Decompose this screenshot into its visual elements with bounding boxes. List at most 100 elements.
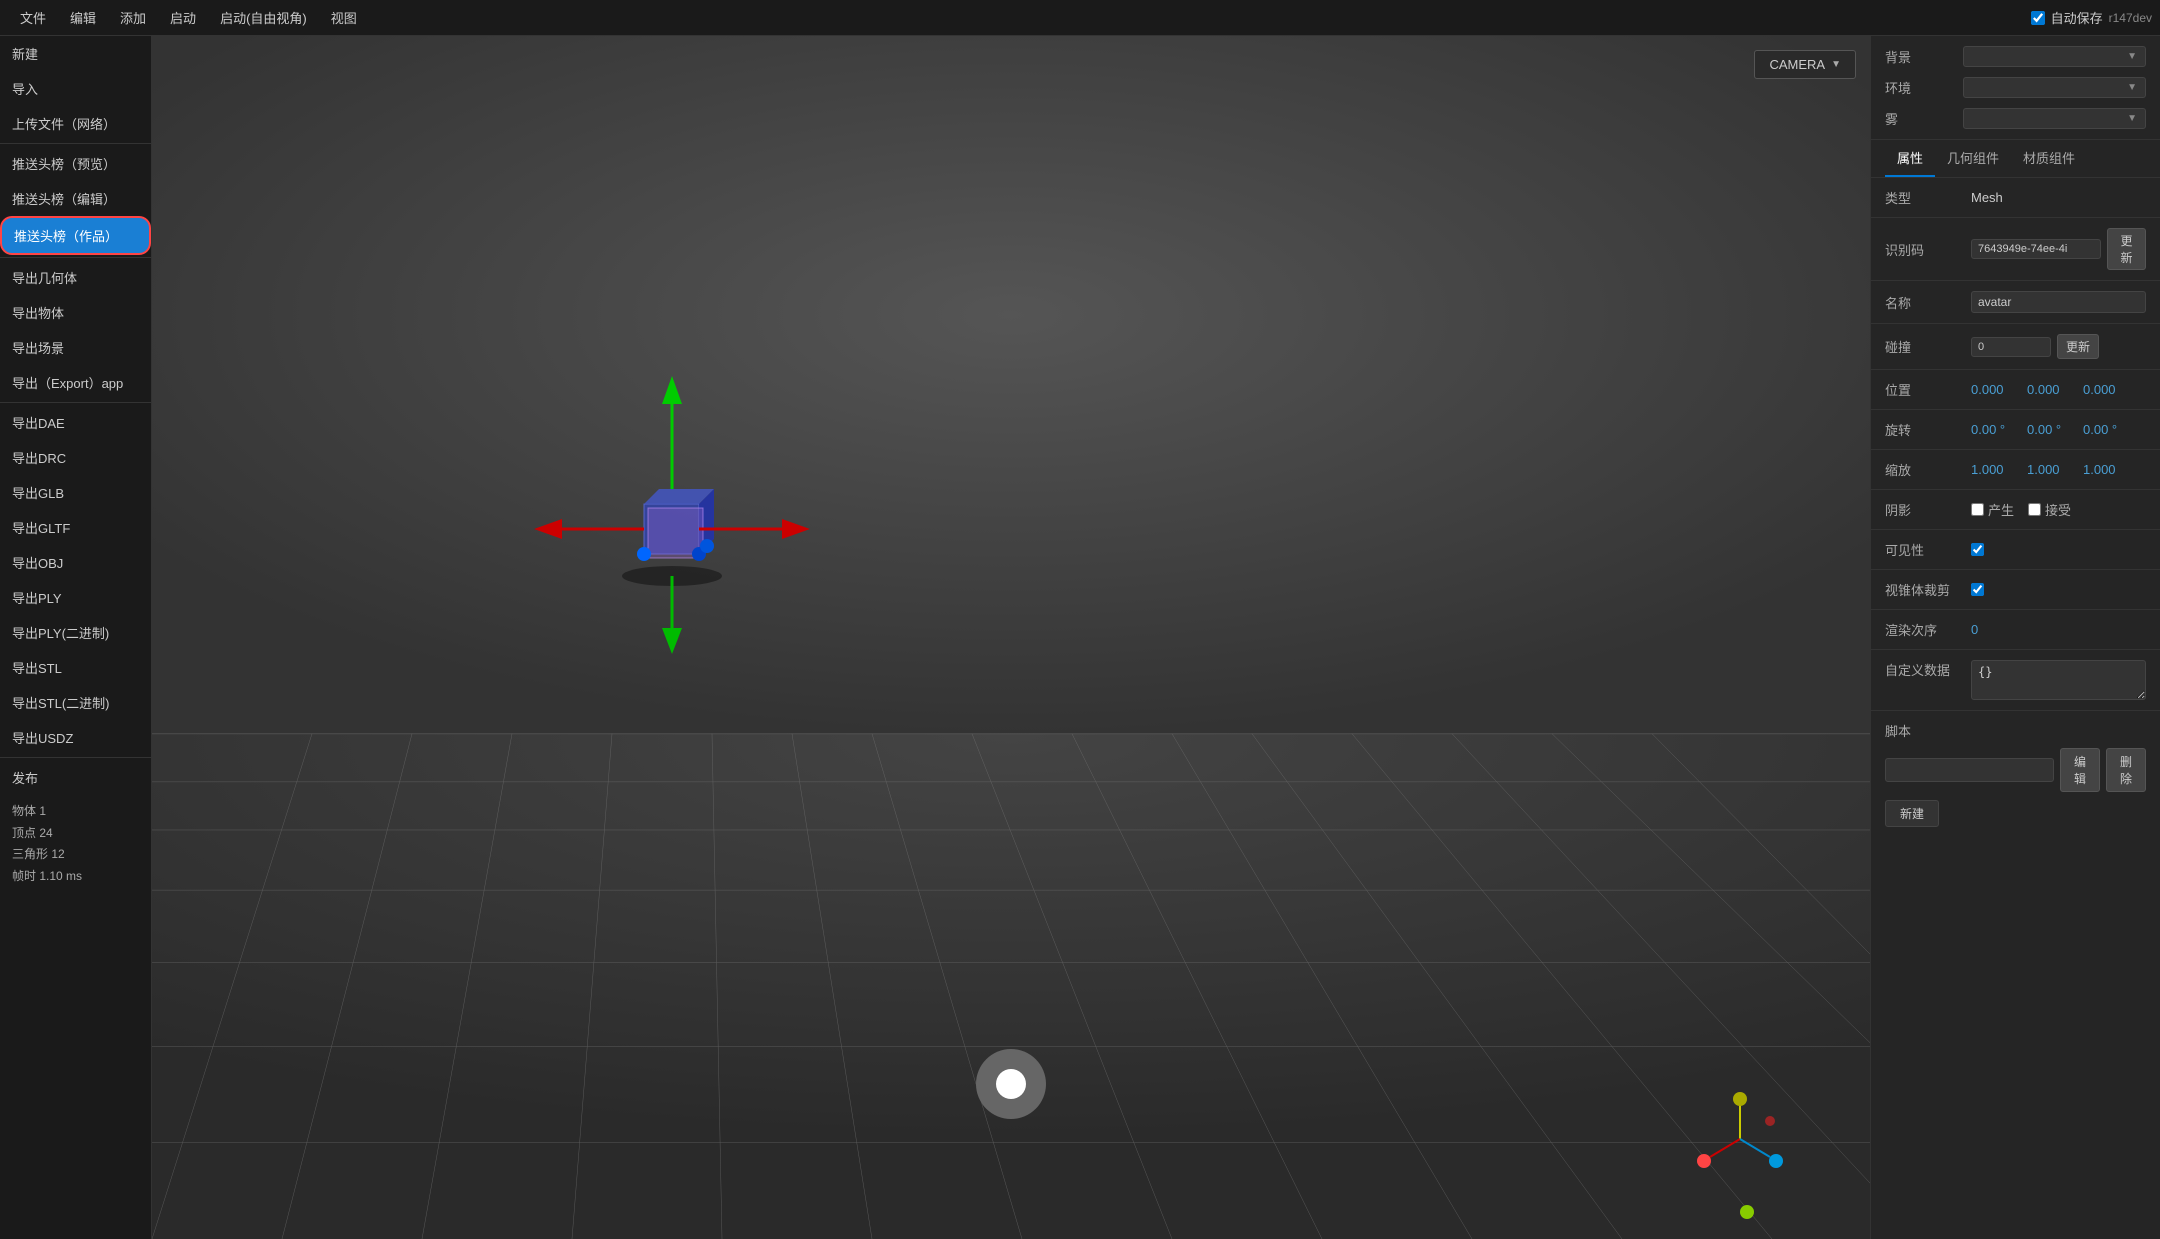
environment-row: 环境 ▼	[1885, 77, 2146, 98]
type-row: 类型 Mesh	[1885, 188, 2146, 207]
visibility-section: 可见性	[1871, 530, 2160, 570]
sidebar-item-push-work[interactable]: 推送头榜（作品）	[0, 216, 151, 255]
shadow-receive-checkbox[interactable]	[2028, 503, 2041, 516]
sidebar-item-export-ply[interactable]: 导出PLY	[0, 580, 151, 615]
menu-start-free[interactable]: 启动(自由视角)	[208, 4, 319, 31]
menu-start[interactable]: 启动	[158, 4, 208, 31]
menu-view[interactable]: 视图	[319, 4, 369, 31]
render-order-label: 渲染次序	[1885, 620, 1965, 639]
sidebar-item-export-obj2[interactable]: 导出OBJ	[0, 545, 151, 580]
visibility-label: 可见性	[1885, 540, 1965, 559]
render-order-value[interactable]: 0	[1971, 622, 1978, 637]
frustum-section: 视锥体裁剪	[1871, 570, 2160, 610]
sidebar-item-export-obj[interactable]: 导出物体	[0, 295, 151, 330]
background-row: 背景 ▼	[1885, 46, 2146, 67]
id-update-button[interactable]: 更新	[2107, 228, 2146, 270]
pos-z[interactable]: 0.000	[2083, 382, 2133, 397]
scale-z[interactable]: 1.000	[2083, 462, 2133, 477]
sidebar-item-push-preview[interactable]: 推送头榜（预览）	[0, 146, 151, 181]
collision-input[interactable]	[1971, 337, 2051, 357]
fog-row: 雾 ▼	[1885, 108, 2146, 129]
sidebar-item-upload[interactable]: 上传文件（网络）	[0, 106, 151, 141]
name-input[interactable]	[1971, 291, 2146, 313]
sidebar-item-push-edit[interactable]: 推送头榜（编辑）	[0, 181, 151, 216]
background-label: 背景	[1885, 47, 1955, 66]
scene-settings-section: 背景 ▼ 环境 ▼ 雾 ▼	[1871, 36, 2160, 140]
shadow-cast-checkbox[interactable]	[1971, 503, 1984, 516]
fog-label: 雾	[1885, 109, 1955, 128]
stat-objects: 物体 1	[12, 801, 139, 823]
sidebar-item-export-stl-bin[interactable]: 导出STL(二进制)	[0, 685, 151, 720]
main-layout: 新建 导入 上传文件（网络） 推送头榜（预览） 推送头榜（编辑） 推送头榜（作品…	[0, 36, 2160, 1239]
sidebar-divider-1	[0, 143, 151, 144]
environment-chevron-icon: ▼	[2127, 82, 2137, 93]
sidebar-item-export-usdz[interactable]: 导出USDZ	[0, 720, 151, 755]
tab-material[interactable]: 材质组件	[2011, 140, 2087, 177]
sidebar-item-export-ply-bin[interactable]: 导出PLY(二进制)	[0, 615, 151, 650]
shadow-label: 阴影	[1885, 500, 1965, 519]
sidebar-item-export-scene[interactable]: 导出场景	[0, 330, 151, 365]
autosave-checkbox[interactable]	[2031, 11, 2045, 25]
sidebar-item-import[interactable]: 导入	[0, 71, 151, 106]
scale-section: 缩放 1.000 1.000 1.000	[1871, 450, 2160, 490]
custom-data-textarea[interactable]: {}	[1971, 660, 2146, 700]
menu-file[interactable]: 文件	[8, 4, 58, 31]
script-input[interactable]	[1885, 758, 2054, 782]
sidebar-item-new[interactable]: 新建	[0, 36, 151, 71]
id-input[interactable]	[1971, 239, 2101, 259]
new-script-button[interactable]: 新建	[1885, 800, 1939, 827]
stat-vertices: 顶点 24	[12, 823, 139, 845]
sidebar-item-export-dae[interactable]: 导出DAE	[0, 405, 151, 440]
frustum-row: 视锥体裁剪	[1885, 580, 2146, 599]
viewport[interactable]: CAMERA ▼	[152, 36, 1870, 1239]
menu-add[interactable]: 添加	[108, 4, 158, 31]
rot-z[interactable]: 0.00 °	[2083, 422, 2133, 437]
type-section: 类型 Mesh	[1871, 178, 2160, 218]
pos-y[interactable]: 0.000	[2027, 382, 2077, 397]
sidebar-item-export-app[interactable]: 导出（Export）app	[0, 365, 151, 400]
sidebar-item-export-geo[interactable]: 导出几何体	[0, 260, 151, 295]
id-section: 识别码 更新	[1871, 218, 2160, 281]
environment-dropdown[interactable]: ▼	[1963, 77, 2146, 98]
tab-geometry[interactable]: 几何组件	[1935, 140, 2011, 177]
pos-x[interactable]: 0.000	[1971, 382, 2021, 397]
sidebar-item-export-glb[interactable]: 导出GLB	[0, 475, 151, 510]
sidebar-item-export-gltf[interactable]: 导出GLTF	[0, 510, 151, 545]
type-label: 类型	[1885, 188, 1965, 207]
menu-edit[interactable]: 编辑	[58, 4, 108, 31]
scale-x[interactable]: 1.000	[1971, 462, 2021, 477]
rotation-xyz: 0.00 ° 0.00 ° 0.00 °	[1971, 422, 2133, 437]
shadow-receive-row: 接受	[2028, 500, 2071, 519]
shadow-receive-label: 接受	[2045, 500, 2071, 519]
sidebar-item-export-stl[interactable]: 导出STL	[0, 650, 151, 685]
axis-widget	[1690, 1089, 1790, 1189]
collision-update-button[interactable]: 更新	[2057, 334, 2099, 359]
collision-row: 碰撞 更新	[1885, 334, 2146, 359]
rot-x[interactable]: 0.00 °	[1971, 422, 2021, 437]
frustum-checkbox[interactable]	[1971, 583, 1984, 596]
edit-script-button[interactable]: 编辑	[2060, 748, 2100, 792]
rotation-section: 旋转 0.00 ° 0.00 ° 0.00 °	[1871, 410, 2160, 450]
rotation-row: 旋转 0.00 ° 0.00 ° 0.00 °	[1885, 420, 2146, 439]
delete-script-button[interactable]: 删除	[2106, 748, 2146, 792]
autosave-label: 自动保存	[2051, 8, 2103, 27]
id-row: 识别码 更新	[1885, 228, 2146, 270]
name-label: 名称	[1885, 293, 1965, 312]
scale-y[interactable]: 1.000	[2027, 462, 2077, 477]
shadow-section: 阴影 产生 接受	[1871, 490, 2160, 530]
play-button[interactable]	[976, 1049, 1046, 1119]
visibility-checkbox[interactable]	[1971, 543, 1984, 556]
custom-data-row: 自定义数据 {}	[1885, 660, 2146, 700]
rot-y[interactable]: 0.00 °	[2027, 422, 2077, 437]
tab-properties[interactable]: 属性	[1885, 140, 1935, 177]
position-row: 位置 0.000 0.000 0.000	[1885, 380, 2146, 399]
camera-button[interactable]: CAMERA ▼	[1754, 50, 1856, 79]
environment-label: 环境	[1885, 78, 1955, 97]
fog-dropdown[interactable]: ▼	[1963, 108, 2146, 129]
scale-row: 缩放 1.000 1.000 1.000	[1885, 460, 2146, 479]
sidebar-publish[interactable]: 发布	[0, 760, 151, 795]
background-dropdown[interactable]: ▼	[1963, 46, 2146, 67]
sidebar-item-export-drc[interactable]: 导出DRC	[0, 440, 151, 475]
sidebar-stats: 物体 1 顶点 24 三角形 12 帧时 1.10 ms	[0, 795, 151, 893]
autosave-area: 自动保存 r147dev	[2031, 8, 2152, 27]
